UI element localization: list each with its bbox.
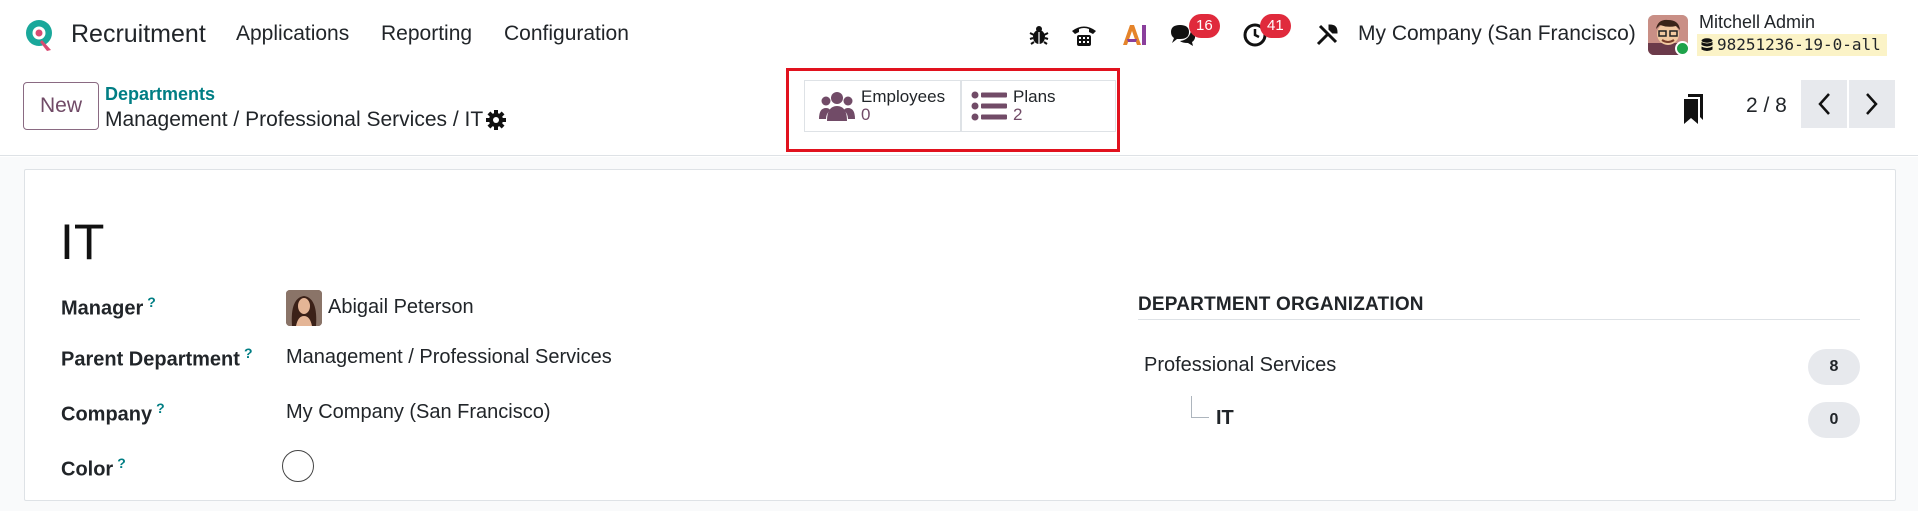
help-icon[interactable]: ? — [117, 455, 126, 471]
org-count-parent: 8 — [1808, 349, 1860, 385]
database-name: 98251236-19-0-all — [1717, 35, 1881, 54]
org-section-title: DEPARTMENT ORGANIZATION — [1138, 294, 1424, 315]
department-name[interactable]: IT — [60, 213, 104, 271]
ai-icon[interactable] — [1120, 20, 1150, 50]
menu-configuration[interactable]: Configuration — [504, 22, 629, 46]
pager-value[interactable]: 2 / 8 — [1746, 94, 1787, 118]
breadcrumb-current: Management / Professional Services / IT — [105, 108, 484, 131]
org-divider — [1138, 319, 1860, 320]
parent-department-field[interactable]: Management / Professional Services — [286, 346, 612, 369]
help-icon[interactable]: ? — [156, 400, 165, 416]
pager-previous-button[interactable] — [1801, 80, 1847, 128]
manager-avatar — [286, 290, 322, 326]
menu-applications[interactable]: Applications — [236, 22, 349, 46]
company-switcher[interactable]: My Company (San Francisco) — [1358, 22, 1636, 46]
activities-badge: 41 — [1260, 14, 1291, 38]
bug-icon[interactable] — [1024, 20, 1054, 50]
chevron-left-icon — [1818, 93, 1830, 115]
company-field[interactable]: My Company (San Francisco) — [286, 401, 551, 424]
new-button[interactable]: New — [23, 82, 99, 130]
company-label: Company? — [61, 400, 165, 426]
database-tag: 98251236-19-0-all — [1697, 34, 1887, 56]
help-icon[interactable]: ? — [147, 294, 156, 310]
online-status-icon — [1675, 41, 1690, 56]
smart-buttons-highlight — [786, 68, 1120, 152]
top-navbar: Recruitment Applications Reporting Confi… — [0, 0, 1918, 70]
gear-icon[interactable] — [484, 108, 508, 132]
phone-icon[interactable] — [1069, 20, 1099, 50]
parent-department-label: Parent Department? — [61, 345, 253, 371]
manager-label: Manager? — [61, 294, 156, 320]
bookmark-icon[interactable] — [1683, 94, 1705, 124]
recruitment-logo-icon[interactable] — [22, 17, 58, 53]
help-icon[interactable]: ? — [244, 345, 253, 361]
pager-next-button[interactable] — [1849, 80, 1895, 128]
user-name[interactable]: Mitchell Admin — [1699, 12, 1815, 33]
menu-reporting[interactable]: Reporting — [381, 22, 472, 46]
database-icon — [1701, 38, 1713, 51]
color-picker[interactable] — [282, 450, 314, 482]
org-row-parent[interactable]: Professional Services — [1144, 354, 1336, 377]
breadcrumb-departments[interactable]: Departments — [105, 84, 215, 105]
org-count-current: 0 — [1808, 402, 1860, 438]
chevron-right-icon — [1866, 93, 1878, 115]
color-label: Color? — [61, 455, 126, 481]
org-tree-connector — [1191, 396, 1209, 418]
org-row-current: IT — [1216, 407, 1234, 429]
tools-icon[interactable] — [1312, 20, 1342, 50]
app-name[interactable]: Recruitment — [71, 20, 206, 49]
messages-badge: 16 — [1189, 14, 1220, 38]
manager-field[interactable]: Abigail Peterson — [328, 296, 474, 319]
